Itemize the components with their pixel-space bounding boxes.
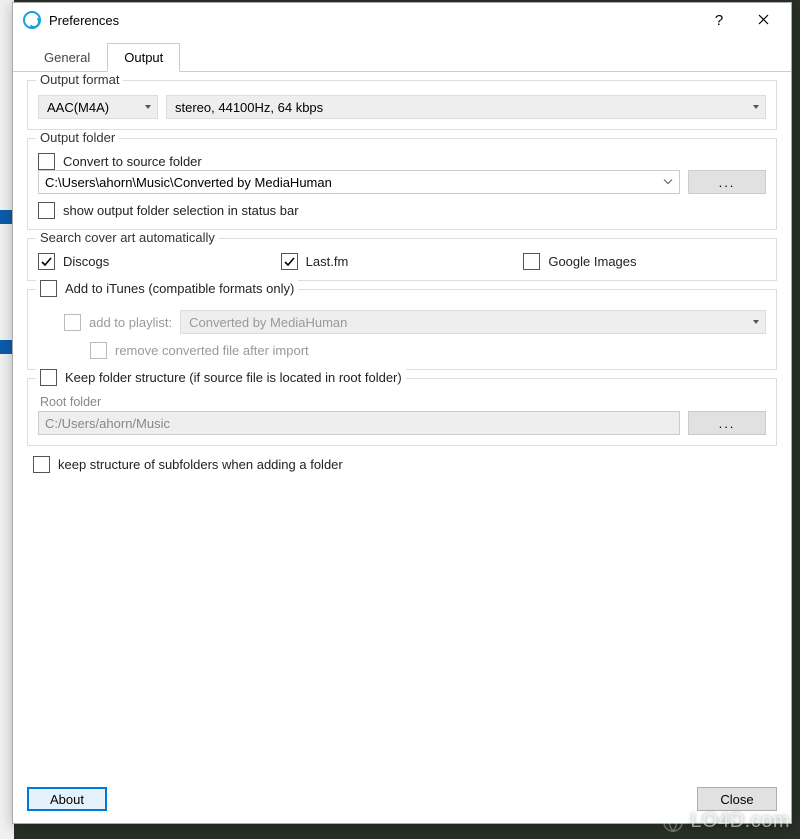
root-folder-input[interactable]: C:/Users/ahorn/Music — [38, 411, 680, 435]
checkbox-label: Last.fm — [306, 254, 349, 269]
group-cover-art: Search cover art automatically Discogs L… — [27, 238, 777, 281]
quality-dropdown[interactable]: stereo, 44100Hz, 64 kbps — [166, 95, 766, 119]
group-itunes: Add to iTunes (compatible formats only) … — [27, 289, 777, 370]
checkbox-box — [40, 280, 57, 297]
group-legend: Output folder — [36, 130, 119, 145]
group-legend: Search cover art automatically — [36, 230, 219, 245]
quality-value: stereo, 44100Hz, 64 kbps — [175, 100, 323, 115]
help-button[interactable]: ? — [697, 5, 741, 35]
tab-general[interactable]: General — [27, 43, 107, 71]
button-label: About — [50, 792, 84, 807]
convert-to-source-checkbox[interactable]: Convert to source folder — [38, 153, 766, 170]
tab-label: Output — [124, 50, 163, 65]
browse-label: ... — [719, 416, 736, 431]
browse-output-folder-button[interactable]: ... — [688, 170, 766, 194]
tab-output-pane: Output format AAC(M4A) stereo, 44100Hz, … — [13, 72, 791, 779]
checkbox-label: Google Images — [548, 254, 636, 269]
group-output-folder: Output folder Convert to source folder C… — [27, 138, 777, 230]
playlist-name-dropdown[interactable]: Converted by MediaHuman — [180, 310, 766, 334]
preferences-dialog: Preferences ? General Output Output form… — [12, 2, 792, 824]
checkbox-label: keep structure of subfolders when adding… — [58, 457, 343, 472]
discogs-checkbox[interactable]: Discogs — [38, 253, 281, 270]
about-button[interactable]: About — [27, 787, 107, 811]
group-legend: Output format — [36, 72, 123, 87]
checkbox-box — [38, 253, 55, 270]
codec-dropdown[interactable]: AAC(M4A) — [38, 95, 158, 119]
dialog-footer: About Close — [13, 779, 791, 823]
chevron-down-icon — [663, 175, 673, 190]
checkbox-box — [90, 342, 107, 359]
checkbox-label: Keep folder structure (if source file is… — [65, 370, 402, 385]
browse-root-folder-button[interactable]: ... — [688, 411, 766, 435]
keep-folder-structure-checkbox[interactable]: Keep folder structure (if source file is… — [36, 369, 406, 386]
output-folder-path-input[interactable]: C:\Users\ahorn\Music\Converted by MediaH… — [38, 170, 680, 194]
help-icon: ? — [715, 12, 723, 29]
tab-output[interactable]: Output — [107, 43, 180, 72]
close-button[interactable]: Close — [697, 787, 777, 811]
root-folder-label: Root folder — [40, 395, 766, 409]
group-output-format: Output format AAC(M4A) stereo, 44100Hz, … — [27, 80, 777, 130]
tab-bar: General Output — [13, 37, 791, 72]
browse-label: ... — [719, 175, 736, 190]
keep-subfolders-checkbox[interactable]: keep structure of subfolders when adding… — [33, 456, 777, 473]
button-label: Close — [720, 792, 753, 807]
remove-after-import-checkbox[interactable]: remove converted file after import — [90, 342, 309, 359]
playlist-value: Converted by MediaHuman — [189, 315, 347, 330]
checkbox-box — [64, 314, 81, 331]
add-to-playlist-checkbox[interactable]: add to playlist: — [64, 314, 172, 331]
group-keep-folder-structure: Keep folder structure (if source file is… — [27, 378, 777, 446]
checkbox-box — [281, 253, 298, 270]
checkbox-label: Discogs — [63, 254, 109, 269]
window-close-button[interactable] — [741, 5, 785, 35]
tab-label: General — [44, 50, 90, 65]
root-folder-value: C:/Users/ahorn/Music — [45, 416, 170, 431]
app-icon — [23, 11, 41, 29]
add-to-itunes-checkbox[interactable]: Add to iTunes (compatible formats only) — [36, 280, 298, 297]
window-title: Preferences — [49, 13, 119, 28]
checkbox-label: remove converted file after import — [115, 343, 309, 358]
codec-value: AAC(M4A) — [47, 100, 109, 115]
titlebar: Preferences ? — [13, 3, 791, 37]
checkbox-label: Convert to source folder — [63, 154, 202, 169]
path-value: C:\Users\ahorn\Music\Converted by MediaH… — [45, 175, 332, 190]
show-in-status-bar-checkbox[interactable]: show output folder selection in status b… — [38, 202, 299, 219]
checkbox-box — [40, 369, 57, 386]
checkbox-box — [523, 253, 540, 270]
checkbox-label: add to playlist: — [89, 315, 172, 330]
lastfm-checkbox[interactable]: Last.fm — [281, 253, 524, 270]
checkbox-label: show output folder selection in status b… — [63, 203, 299, 218]
close-icon — [758, 13, 769, 28]
checkbox-label: Add to iTunes (compatible formats only) — [65, 281, 294, 296]
checkbox-box — [38, 202, 55, 219]
checkbox-box — [33, 456, 50, 473]
google-images-checkbox[interactable]: Google Images — [523, 253, 766, 270]
checkbox-box — [38, 153, 55, 170]
